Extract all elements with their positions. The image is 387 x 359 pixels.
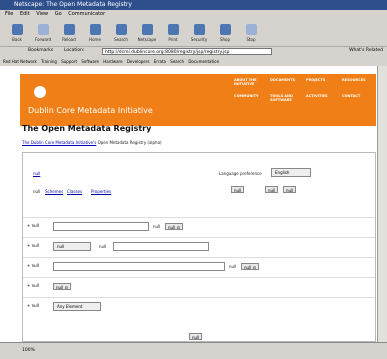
language-select[interactable]: English [271,168,311,177]
url-field[interactable]: http://dcmi.dublincore.org:8080/registry… [102,48,272,55]
page-content: Dublin Core Metadata Initiative ABOUT TH… [0,66,378,342]
bookmark-link[interactable]: Hardware [103,59,122,64]
bookmark-link[interactable]: Developers [127,59,150,64]
print-button[interactable]: Print [160,19,186,47]
home-icon [89,24,101,35]
bookmark-link[interactable]: Support [61,59,77,64]
tab-null[interactable]: null [33,189,40,194]
mini-button[interactable]: null [265,186,279,193]
null-link[interactable]: null [33,171,40,176]
search-input[interactable] [53,222,149,231]
nav-link[interactable]: ABOUT THE INITIATIVE [234,78,264,90]
search-row: + null Any Element [23,297,375,314]
nav-link[interactable]: PROJECTS [306,78,336,90]
forward-button[interactable]: Forward [30,19,56,47]
mini-button[interactable]: null [283,186,297,193]
location-bar: Bookmarks Location: http://dcmi.dublinco… [0,47,387,57]
nav-link[interactable]: ACTIVITIES [306,94,336,106]
reload-icon [63,24,75,35]
search-row: + null null null [23,237,375,254]
shop-icon [219,24,231,35]
whats-related-button[interactable]: What's Related [349,48,383,53]
page-subtitle: The Dublin Core Metadata Initiative's Op… [22,140,162,145]
menu-file[interactable]: File [5,11,13,17]
back-button[interactable]: Back [4,19,30,47]
sun-logo-icon [34,86,46,98]
site-header: Dublin Core Metadata Initiative ABOUT TH… [20,74,376,126]
tab-schemes[interactable]: Schemes [45,189,63,194]
search-icon [115,24,127,35]
menu-edit[interactable]: Edit [20,11,30,17]
element-select[interactable]: Any Element [53,302,101,311]
search-row: + null null ⊟ [23,277,375,294]
search-row: + null null null ⊟ [23,217,375,234]
print-icon [167,24,179,35]
search-row: + null null null ⊟ [23,257,375,274]
reload-button[interactable]: Reload [56,19,82,47]
menu-view[interactable]: View [36,11,48,17]
bookmark-link[interactable]: Search [170,59,184,64]
row-select[interactable]: null ⊟ [241,263,259,270]
bookmark-link[interactable]: Errata [154,59,166,64]
row-select[interactable]: null ⊟ [53,283,71,290]
page-title: The Open Metadata Registry [22,124,152,133]
nav-link[interactable]: TOOLS AND SOFTWARE [270,94,300,106]
location-label: Location: [64,48,85,53]
search-button[interactable]: Search [108,19,134,47]
window-title-bar: Netscape: The Open Metadata Registry [0,0,387,10]
stop-button[interactable]: Stop [238,19,264,47]
forward-icon [37,24,49,35]
bookmark-link[interactable]: Documentation [188,59,219,64]
dcmi-link[interactable]: The Dublin Core Metadata Initiative's [22,140,96,145]
bookmarks-button[interactable]: Bookmarks [28,48,53,53]
netscape-icon [141,24,153,35]
navigation-toolbar: Back Forward Reload Home Search Netscape… [0,19,387,47]
value-input[interactable] [53,262,225,271]
menu-bar: File Edit View Go Communicator [0,10,387,19]
bookmark-link[interactable]: Software [81,59,99,64]
menu-communicator[interactable]: Communicator [68,11,105,17]
shop-button[interactable]: Shop [212,19,238,47]
mini-select[interactable]: null [231,186,245,193]
registry-panel: null Language preference English null Sc… [22,152,376,342]
site-name: Dublin Core Metadata Initiative [28,106,153,115]
security-button[interactable]: Security [186,19,212,47]
tab-properties[interactable]: Properties [91,189,111,194]
nav-link[interactable]: CONTACT [342,94,372,106]
value-input[interactable] [113,242,209,251]
submit-button[interactable]: null [189,333,203,340]
vertical-scrollbar[interactable] [377,66,387,342]
status-bar: 100% [0,342,387,359]
nav-link[interactable]: RESOURCES [342,78,372,90]
home-button[interactable]: Home [82,19,108,47]
netscape-button[interactable]: Netscape [134,19,160,47]
bookmark-link[interactable]: Red Hat Network [3,59,37,64]
row-select[interactable]: null [53,242,91,251]
tab-classes[interactable]: Classes [67,189,82,194]
nav-link[interactable]: DOCUMENTS [270,78,300,90]
bookmark-link[interactable]: Training [41,59,57,64]
nav-link[interactable]: COMMUNITY [234,94,264,106]
row-select[interactable]: null ⊟ [165,223,183,230]
language-label: Language preference [219,171,262,176]
back-icon [11,24,23,35]
stop-icon [245,24,257,35]
menu-go[interactable]: Go [55,11,62,17]
security-icon [193,24,205,35]
window-title: Netscape: The Open Metadata Registry [14,1,132,8]
load-percent: 100% [22,348,35,353]
